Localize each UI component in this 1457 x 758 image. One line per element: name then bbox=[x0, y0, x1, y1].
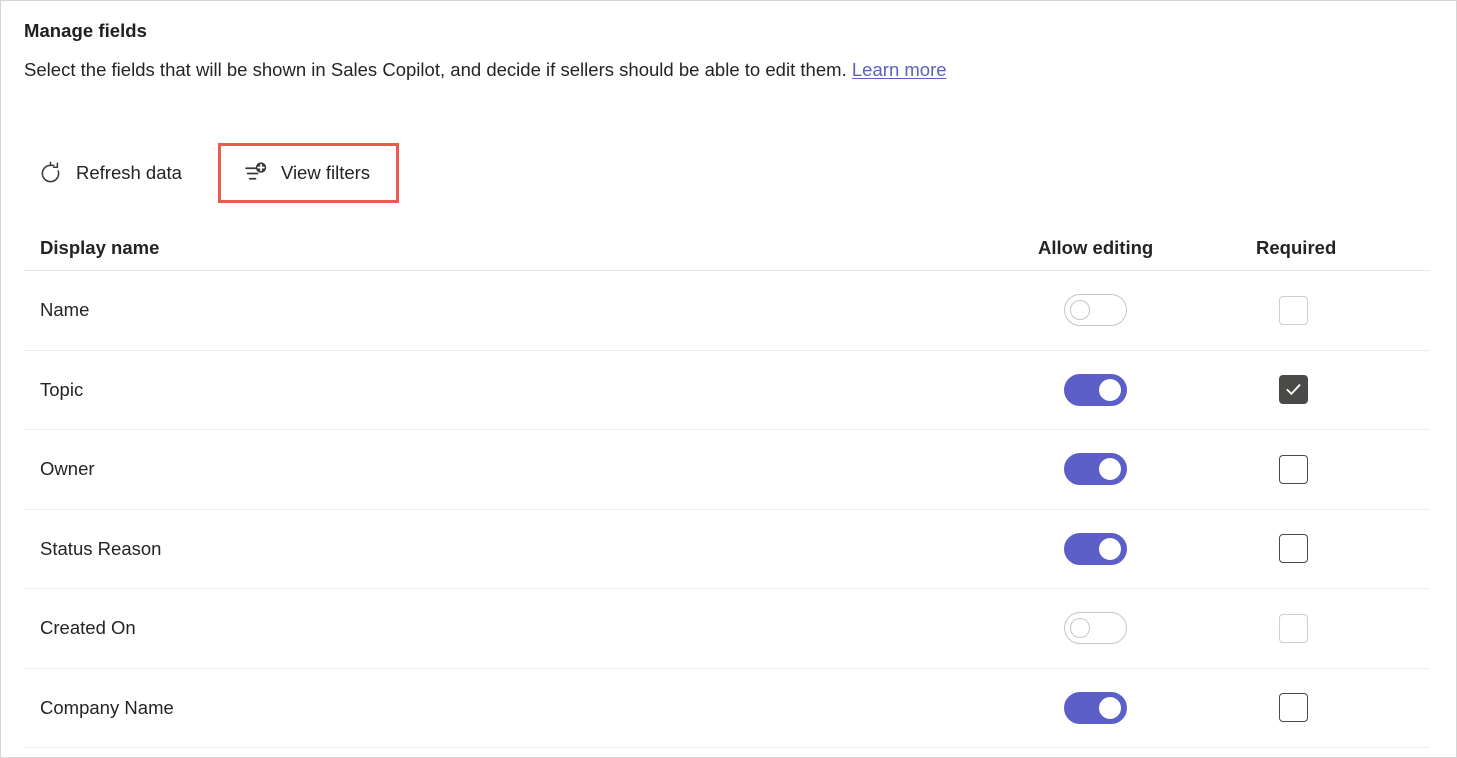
checkmark-icon bbox=[1286, 384, 1301, 396]
table-row: Created On bbox=[24, 589, 1430, 669]
page-header: Manage fields Select the fields that wil… bbox=[1, 1, 1456, 83]
allow-editing-toggle[interactable] bbox=[1064, 373, 1127, 406]
toggle-knob bbox=[1099, 537, 1121, 560]
allow-editing-cell bbox=[1024, 453, 1244, 486]
required-checkbox[interactable] bbox=[1279, 534, 1308, 564]
view-filters-button[interactable]: View filters bbox=[217, 143, 400, 203]
allow-editing-toggle[interactable] bbox=[1064, 453, 1127, 486]
required-cell bbox=[1244, 375, 1430, 405]
column-header-display-name: Display name bbox=[40, 237, 160, 258]
field-display-name: Created On bbox=[40, 617, 136, 639]
view-filters-label: View filters bbox=[280, 161, 371, 183]
required-checkbox bbox=[1279, 613, 1308, 643]
page-description-text: Select the fields that will be shown in … bbox=[24, 59, 847, 80]
required-checkbox bbox=[1279, 295, 1308, 325]
table-header-row: Display name Allow editing Required bbox=[24, 226, 1430, 271]
allow-editing-toggle[interactable] bbox=[1064, 691, 1127, 724]
column-header-required: Required bbox=[1256, 237, 1337, 258]
allow-editing-toggle bbox=[1064, 612, 1127, 645]
command-bar: Refresh data View filters bbox=[24, 143, 400, 203]
required-checkbox[interactable] bbox=[1279, 693, 1308, 723]
field-display-name: Name bbox=[40, 299, 90, 321]
fields-table: Display name Allow editing Required Name… bbox=[24, 226, 1430, 748]
required-cell bbox=[1244, 295, 1430, 325]
field-display-name: Owner bbox=[40, 458, 95, 480]
table-row: Company Name bbox=[24, 669, 1430, 748]
field-display-name: Topic bbox=[40, 378, 84, 400]
allow-editing-cell bbox=[1024, 373, 1244, 406]
table-row: Status Reason bbox=[24, 510, 1430, 589]
required-cell bbox=[1244, 454, 1430, 484]
allow-editing-cell bbox=[1024, 532, 1244, 565]
toggle-knob bbox=[1070, 300, 1090, 321]
required-checkbox[interactable] bbox=[1279, 454, 1308, 484]
toggle-knob bbox=[1099, 378, 1121, 401]
refresh-data-button[interactable]: Refresh data bbox=[24, 149, 196, 197]
allow-editing-cell bbox=[1024, 612, 1244, 645]
table-row: Topic bbox=[24, 351, 1430, 430]
required-cell bbox=[1244, 693, 1430, 723]
table-row: Owner bbox=[24, 430, 1430, 510]
toggle-knob bbox=[1070, 618, 1090, 639]
learn-more-link[interactable]: Learn more bbox=[852, 59, 947, 80]
column-header-allow-editing: Allow editing bbox=[1038, 237, 1154, 258]
required-cell bbox=[1244, 613, 1430, 643]
allow-editing-cell bbox=[1024, 691, 1244, 724]
table-body: Name Topic Owner Status Reason Created On Com… bbox=[24, 271, 1430, 748]
manage-fields-page: Manage fields Select the fields that wil… bbox=[0, 0, 1457, 758]
page-title: Manage fields bbox=[24, 20, 147, 41]
filter-add-icon bbox=[243, 161, 268, 186]
allow-editing-toggle[interactable] bbox=[1064, 532, 1127, 565]
refresh-data-label: Refresh data bbox=[76, 161, 182, 183]
page-description: Select the fields that will be shown in … bbox=[24, 57, 1456, 83]
refresh-icon bbox=[38, 160, 63, 186]
field-display-name: Status Reason bbox=[40, 537, 162, 559]
required-cell bbox=[1244, 534, 1430, 564]
toggle-knob bbox=[1099, 458, 1121, 481]
field-display-name: Company Name bbox=[40, 696, 174, 718]
allow-editing-cell bbox=[1024, 294, 1244, 327]
toggle-knob bbox=[1099, 696, 1121, 719]
required-checkbox[interactable] bbox=[1279, 375, 1308, 405]
table-row: Name bbox=[24, 271, 1430, 351]
allow-editing-toggle bbox=[1064, 294, 1127, 327]
